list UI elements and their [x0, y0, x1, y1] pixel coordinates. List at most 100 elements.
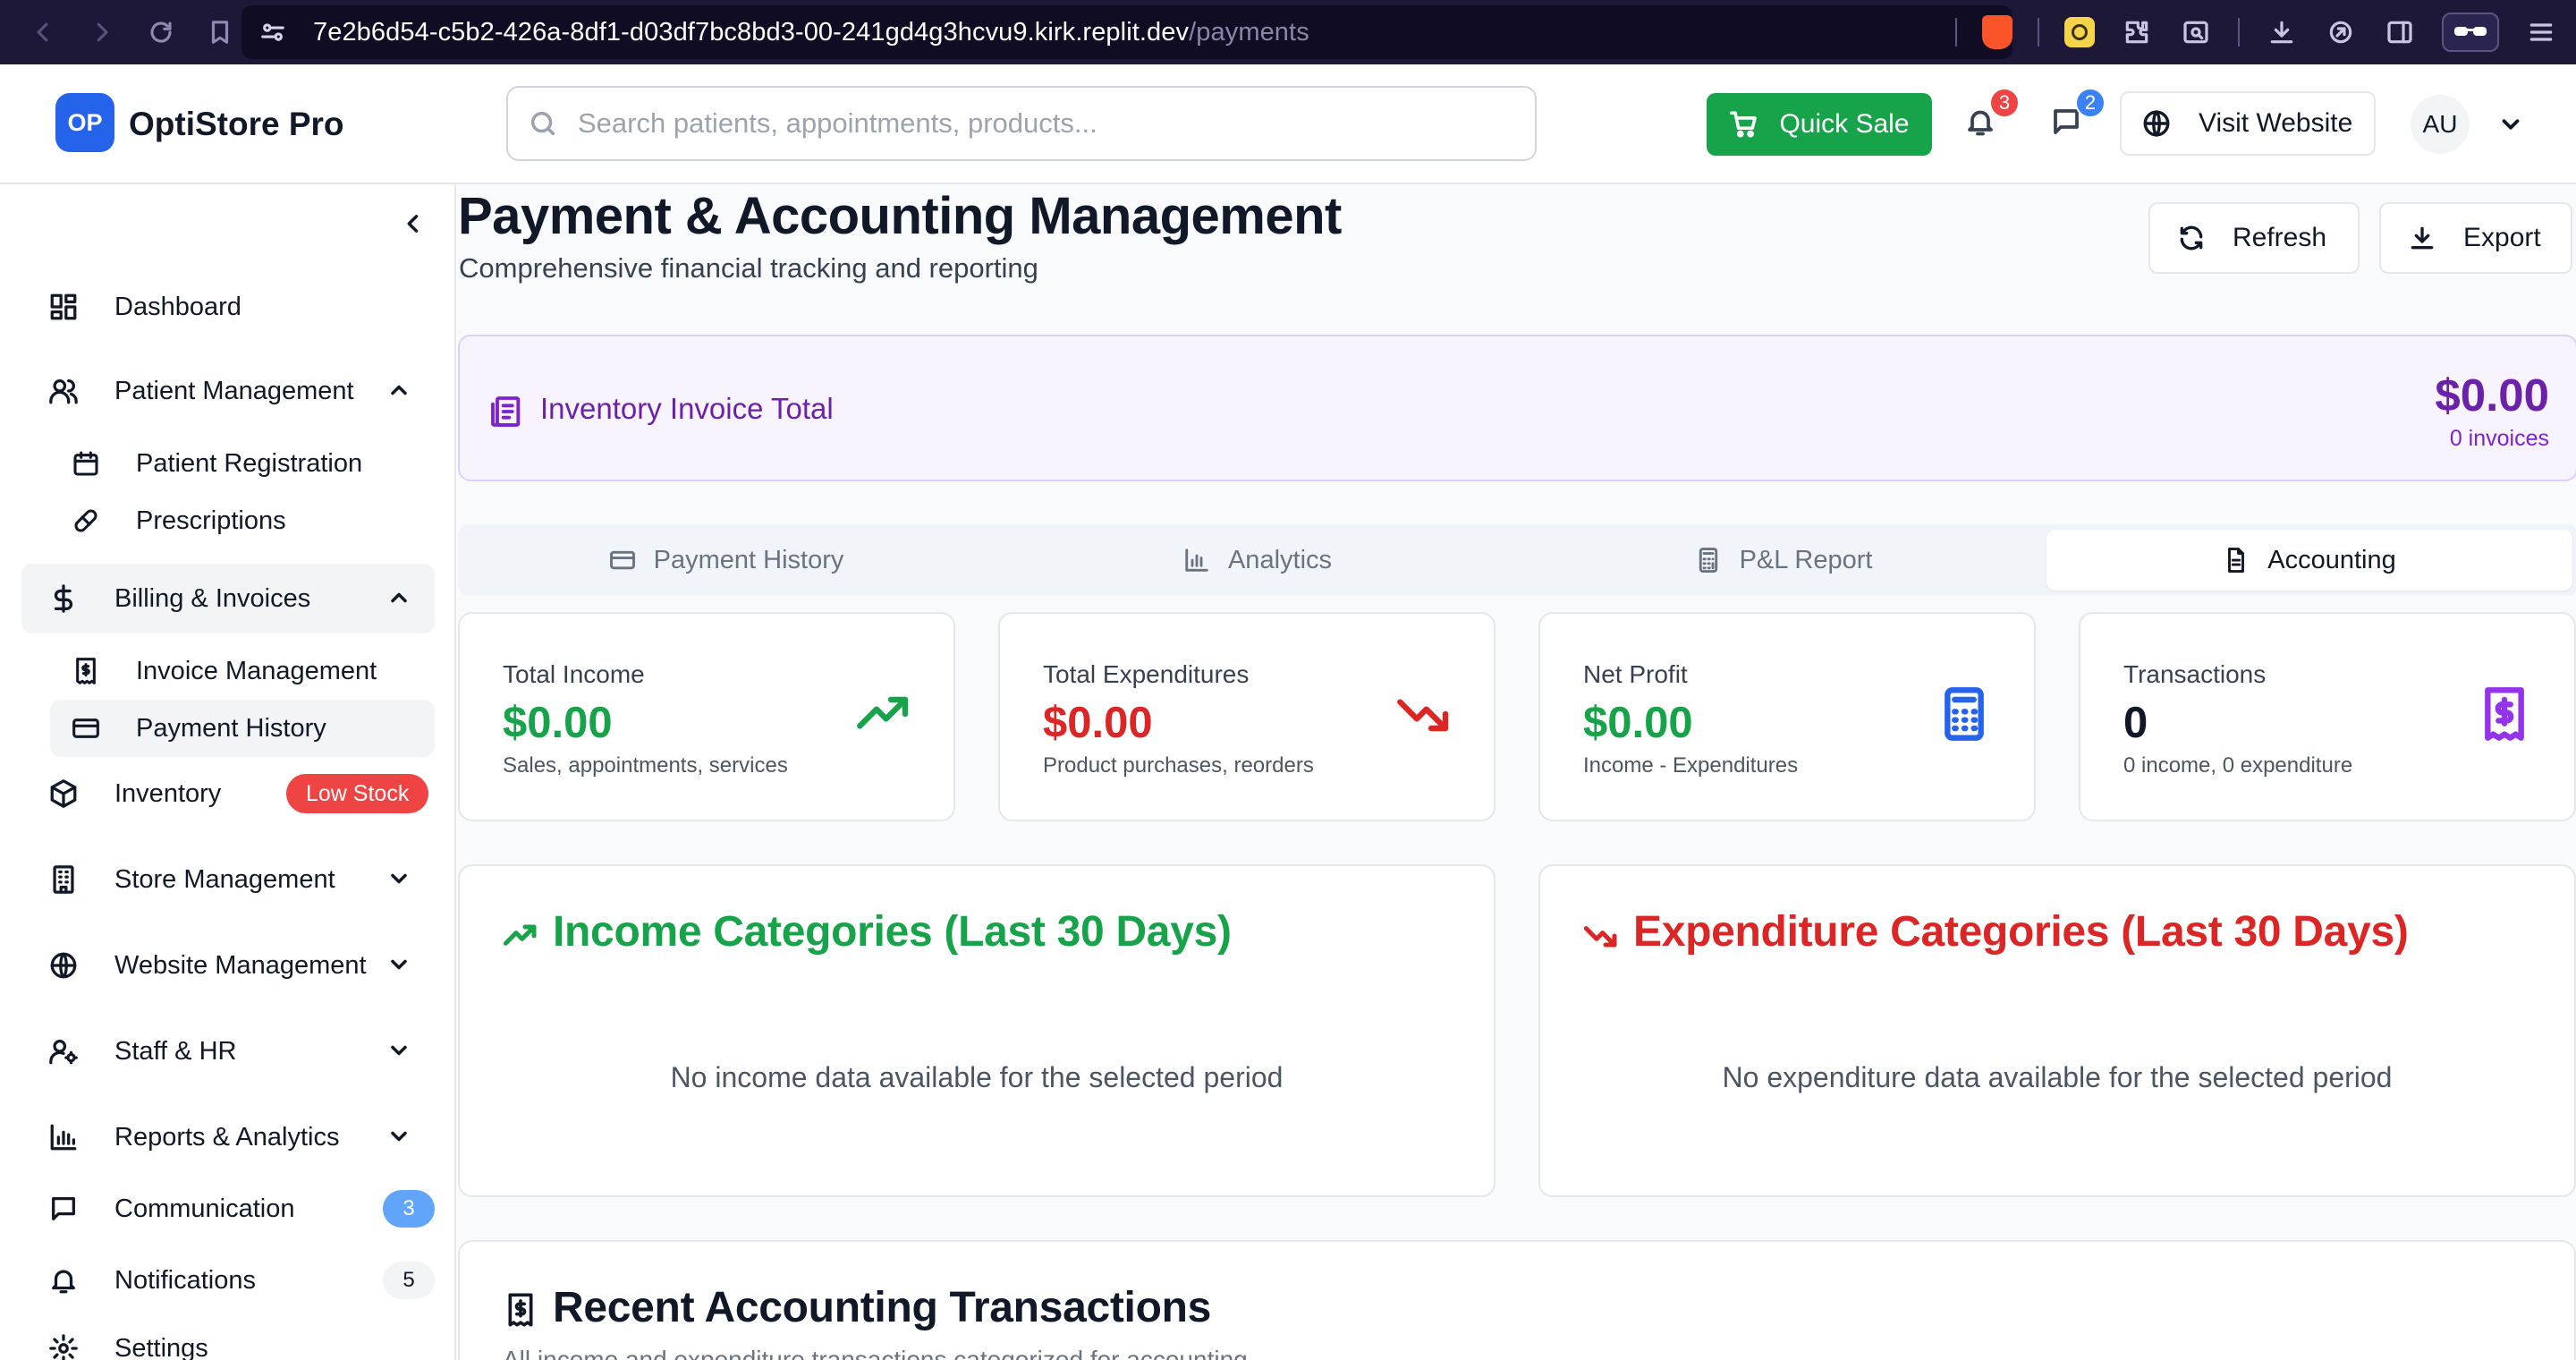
- sidebar-item-label: Patient Registration: [136, 448, 363, 478]
- expenditure-empty-message: No expenditure data available for the se…: [1722, 1061, 2393, 1093]
- sidebar-item-notifications[interactable]: Notifications 5: [21, 1245, 435, 1315]
- messages-badge: 2: [2075, 88, 2106, 118]
- receipt-icon: [2476, 685, 2533, 743]
- forward-button[interactable]: [86, 16, 118, 48]
- page-title: Payment & Accounting Management: [458, 187, 1342, 245]
- trending-down-icon: [1583, 918, 1619, 954]
- sidebar-item-invoice-management[interactable]: Invoice Management: [50, 642, 435, 700]
- sidebar-item-label: Website Management: [114, 950, 367, 980]
- stat-sub: 0 income, 0 expenditure: [2123, 753, 2353, 778]
- sidebar-item-patient-management[interactable]: Patient Management: [21, 356, 435, 426]
- income-categories-title: Income Categories (Last 30 Days): [553, 908, 1232, 956]
- sidebar-item-label: Store Management: [114, 864, 335, 894]
- total-income-card: Total Income $0.00 Sales, appointments, …: [458, 612, 955, 821]
- url-host: 7e2b6d54-c5b2-426a-8df1-d03df7bc8bd3-00-…: [313, 17, 1190, 47]
- app-header: OP OptiStore Pro Quick Sale 3 2 Visit We…: [0, 64, 2576, 184]
- calculator-icon: [1936, 685, 1993, 743]
- extension-icon[interactable]: [2064, 17, 2095, 47]
- collapse-sidebar-icon[interactable]: [401, 211, 428, 238]
- stat-sub: Sales, appointments, services: [503, 753, 788, 778]
- reader-search-icon[interactable]: [2179, 15, 2213, 49]
- tab-analytics[interactable]: Analytics: [995, 530, 1521, 591]
- credit-card-icon: [72, 714, 100, 743]
- leo-ai-icon[interactable]: [2324, 15, 2358, 49]
- sidebar-item-staff-hr[interactable]: Staff & HR: [21, 1016, 435, 1086]
- tab-payment-history[interactable]: Payment History: [463, 530, 989, 591]
- sidebar-item-website-management[interactable]: Website Management: [21, 931, 435, 1000]
- stat-value: $0.00: [1043, 699, 1153, 747]
- inventory-invoice-label: Inventory Invoice Total: [540, 392, 834, 425]
- sidebar-item-communication[interactable]: Communication 3: [21, 1174, 435, 1244]
- menu-icon[interactable]: [2524, 15, 2558, 49]
- sidebar-item-dashboard[interactable]: Dashboard: [21, 272, 435, 342]
- user-cog-icon: [48, 1036, 79, 1067]
- sidebar-item-label: Payment History: [136, 713, 326, 743]
- messages-button[interactable]: 2: [2050, 88, 2106, 141]
- download-icon[interactable]: [2265, 15, 2299, 49]
- income-categories-panel: Income Categories (Last 30 Days) No inco…: [458, 864, 1496, 1197]
- site-settings-icon[interactable]: [259, 19, 286, 46]
- export-label: Export: [2463, 223, 2541, 252]
- search-icon: [528, 108, 558, 139]
- income-empty-message: No income data available for the selecte…: [670, 1061, 1284, 1093]
- private-glasses-icon[interactable]: [2442, 13, 2499, 52]
- logo-badge[interactable]: OP: [55, 93, 114, 152]
- chevron-down-icon[interactable]: [2497, 111, 2524, 138]
- sidebar-item-payment-history[interactable]: Payment History: [50, 700, 435, 757]
- notifications-button[interactable]: 3: [1964, 88, 2020, 141]
- total-expenditures-card: Total Expenditures $0.00 Product purchas…: [998, 612, 1496, 821]
- sidebar-item-label: Reports & Analytics: [114, 1122, 340, 1152]
- sidebar-item-settings[interactable]: Settings: [21, 1313, 435, 1360]
- address-bar[interactable]: 7e2b6d54-c5b2-426a-8df1-d03df7bc8bd3-00-…: [242, 5, 2012, 59]
- notifications-count-badge: 5: [383, 1262, 435, 1299]
- sidebar-item-patient-registration[interactable]: Patient Registration: [50, 435, 435, 492]
- visit-website-button[interactable]: Visit Website: [2120, 91, 2376, 156]
- message-icon: [48, 1194, 79, 1224]
- app-name[interactable]: OptiStore Pro: [129, 106, 344, 143]
- visit-website-label: Visit Website: [2199, 108, 2353, 138]
- toolbar-separator: [1955, 18, 1957, 47]
- sidebar-item-label: Notifications: [114, 1265, 256, 1295]
- refresh-button[interactable]: Refresh: [2148, 202, 2360, 274]
- tab-pl-report[interactable]: P&L Report: [1521, 530, 2046, 591]
- sidebar-item-label: Prescriptions: [136, 506, 286, 535]
- quick-sale-button[interactable]: Quick Sale: [1707, 93, 1932, 156]
- tab-label: P&L Report: [1739, 545, 1873, 574]
- toolbar-separator: [2238, 18, 2240, 47]
- sidebar-item-label: Invoice Management: [136, 656, 377, 685]
- globe-icon: [2143, 109, 2170, 138]
- tab-accounting[interactable]: Accounting: [2046, 530, 2572, 591]
- pill-icon: [72, 506, 100, 535]
- expenditure-categories-panel: Expenditure Categories (Last 30 Days) No…: [1538, 864, 2576, 1197]
- stat-value: $0.00: [1583, 699, 1693, 747]
- bookmark-button[interactable]: [204, 16, 236, 48]
- extensions-puzzle-icon[interactable]: [2120, 15, 2154, 49]
- browser-nav: [27, 16, 236, 48]
- sidebar-item-prescriptions[interactable]: Prescriptions: [50, 492, 435, 549]
- calendar-icon: [72, 449, 100, 478]
- reload-button[interactable]: [145, 16, 177, 48]
- chevron-down-icon: [386, 1124, 413, 1151]
- gear-icon: [48, 1333, 79, 1360]
- transactions-card: Transactions 0 0 income, 0 expenditure: [2079, 612, 2576, 821]
- notifications-badge: 3: [1989, 88, 2020, 118]
- bar-chart-icon: [48, 1122, 79, 1152]
- global-search[interactable]: [506, 86, 1537, 161]
- sidebar-toggle-icon[interactable]: [2383, 15, 2417, 49]
- search-input[interactable]: [578, 107, 1472, 140]
- inventory-invoice-amount: $0.00: [2435, 370, 2549, 421]
- sidebar-item-reports-analytics[interactable]: Reports & Analytics: [21, 1102, 435, 1172]
- bar-chart-icon: [1185, 548, 1208, 572]
- user-avatar[interactable]: AU: [2411, 95, 2470, 154]
- sidebar-item-store-management[interactable]: Store Management: [21, 845, 435, 914]
- sidebar-item-label: Patient Management: [114, 376, 354, 405]
- brave-shield-icon[interactable]: [1982, 15, 2012, 49]
- sidebar-item-billing-invoices[interactable]: Billing & Invoices: [21, 564, 435, 633]
- back-button[interactable]: [27, 16, 59, 48]
- browser-actions: [1955, 0, 2558, 64]
- sidebar-item-inventory[interactable]: Inventory Low Stock: [21, 759, 435, 829]
- stat-label: Total Expenditures: [1043, 660, 1250, 688]
- export-button[interactable]: Export: [2379, 202, 2572, 274]
- url-text: 7e2b6d54-c5b2-426a-8df1-d03df7bc8bd3-00-…: [313, 18, 1309, 47]
- sidebar-item-label: Dashboard: [114, 292, 242, 321]
